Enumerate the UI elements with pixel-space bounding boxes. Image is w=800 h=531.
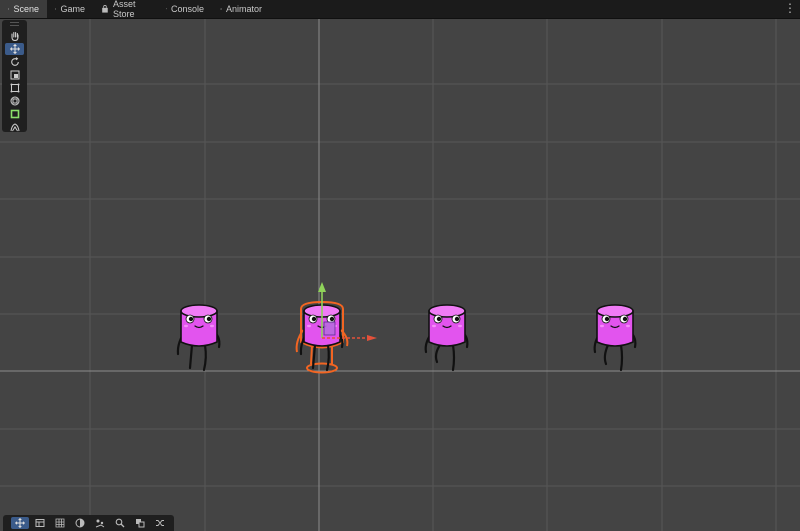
transform-tool-button[interactable] (5, 95, 24, 107)
shuffle-button[interactable] (151, 517, 169, 529)
lighting-button[interactable] (71, 517, 89, 529)
tab-console-label: Console (170, 4, 204, 14)
layers-icon (35, 519, 45, 527)
layers-button[interactable] (31, 517, 49, 529)
console-icon (166, 8, 167, 10)
rotate-icon (10, 57, 19, 66)
tab-animator-label: Animator (225, 4, 262, 14)
tab-scene-label: Scene (13, 4, 39, 14)
rotate-tool-button[interactable] (5, 56, 24, 68)
move-arrows-icon (9, 44, 20, 54)
scale-icon (10, 70, 19, 80)
custom-tool-button[interactable] (5, 108, 24, 120)
move-view-icon (15, 518, 25, 528)
hand-tool-button[interactable] (5, 30, 24, 42)
animator-icon (220, 8, 222, 10)
effects-icon (95, 519, 105, 528)
scene-icon (8, 8, 10, 10)
scene-viewport[interactable] (0, 19, 800, 531)
hand-icon (10, 31, 19, 41)
scene-grid (0, 19, 800, 531)
transform-icon (10, 96, 19, 106)
gizmos-icon (136, 519, 145, 528)
tab-scene[interactable]: Scene (0, 0, 47, 18)
custom-editor-tool-icon (10, 109, 19, 119)
rect-transform-icon (10, 83, 19, 93)
scale-tool-button[interactable] (5, 69, 24, 81)
gizmo-x-arrow-icon[interactable] (367, 335, 377, 341)
gamepad-icon (55, 8, 57, 10)
grid-icon (55, 518, 65, 528)
search-icon (115, 518, 125, 528)
rect-tool-button[interactable] (5, 82, 24, 94)
scene-canvas (0, 19, 800, 531)
tab-asset-store-label: Asset Store (112, 0, 136, 19)
bone-tool-button[interactable] (5, 121, 24, 133)
character-1[interactable] (176, 304, 221, 372)
bone-icon (10, 123, 19, 132)
tab-asset-store[interactable]: Asset Store (93, 0, 158, 19)
more-options-icon[interactable]: ⋮ (784, 2, 796, 14)
tab-console[interactable]: Console (158, 0, 212, 18)
effects-button[interactable] (91, 517, 109, 529)
pivot-handle[interactable] (323, 321, 336, 336)
palette-drag-handle[interactable] (10, 22, 19, 26)
store-bag-icon (102, 5, 108, 13)
tab-game[interactable]: Game (47, 0, 93, 18)
move-tool-button[interactable] (5, 43, 24, 55)
search-button[interactable] (111, 517, 129, 529)
scene-overlay-toolbar (3, 515, 174, 531)
move-view-button[interactable] (11, 517, 29, 529)
tab-animator[interactable]: Animator (212, 0, 270, 18)
shuffle-icon (156, 520, 164, 526)
tab-bar: Scene Game Asset Store Console Animator … (0, 0, 800, 19)
grid-button[interactable] (51, 517, 69, 529)
tool-palette (2, 20, 27, 132)
tab-game-label: Game (60, 4, 85, 14)
gizmos-button[interactable] (131, 517, 149, 529)
character-4[interactable] (593, 304, 637, 372)
lighting-sphere-icon (75, 518, 85, 528)
character-3[interactable] (424, 304, 469, 372)
